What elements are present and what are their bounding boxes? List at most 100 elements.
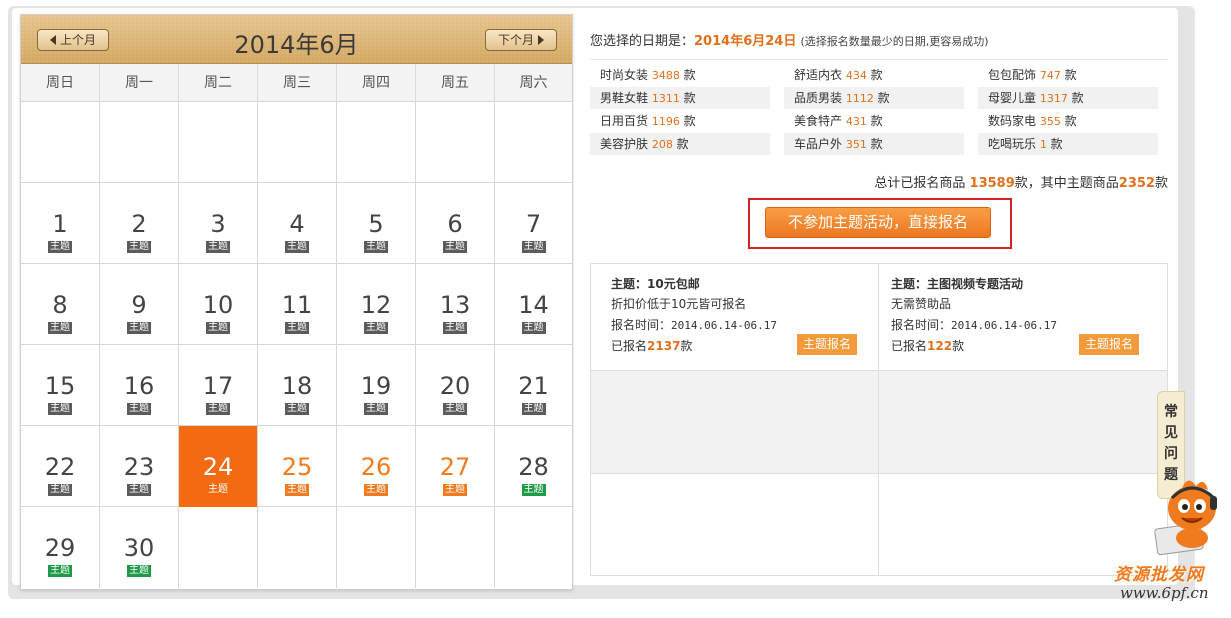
theme-tag: 主题 — [127, 565, 151, 577]
calendar-day[interactable]: 26 主题 — [337, 426, 416, 507]
calendar-empty-day — [337, 102, 416, 183]
watermark-url: www.6pf.cn — [1120, 584, 1209, 602]
calendar-day[interactable]: 3 主题 — [179, 183, 258, 264]
category-name: 时尚女装 — [600, 68, 649, 82]
calendar-day[interactable]: 10 主题 — [179, 264, 258, 345]
calendar-day[interactable]: 9 主题 — [100, 264, 179, 345]
category-unit: 款 — [683, 91, 696, 105]
total-summary: 总计已报名商品 13589款，其中主题商品2352款 — [874, 172, 1168, 191]
day-number: 3 — [210, 210, 226, 238]
theme-title: 主题：10元包邮 — [611, 277, 700, 291]
day-number: 27 — [439, 453, 471, 481]
divider — [590, 59, 1168, 60]
mascot-icon[interactable] — [1152, 468, 1227, 558]
calendar-day[interactable]: 23 主题 — [100, 426, 179, 507]
calendar-day[interactable]: 21 主题 — [495, 345, 572, 426]
calendar-day[interactable]: 29 主题 — [21, 507, 100, 588]
calendar-day[interactable]: 1 主题 — [21, 183, 100, 264]
theme-tag: 主题 — [521, 241, 546, 253]
calendar-day[interactable]: 20 主题 — [416, 345, 495, 426]
calendar-day[interactable]: 7 主题 — [495, 183, 572, 264]
category-count: 355 — [1039, 115, 1061, 128]
theme-tag: 主题 — [285, 241, 309, 253]
watermark-title: 资源批发网 — [1114, 565, 1204, 585]
category-name: 美食特产 — [794, 114, 843, 128]
category-stat: 车品户外 351 款 — [784, 133, 964, 155]
category-name: 男鞋女鞋 — [600, 91, 649, 105]
theme-count: 2352 — [1118, 176, 1155, 191]
category-unit: 款 — [683, 68, 696, 82]
theme-tag: 主题 — [443, 403, 467, 415]
theme-tag: 主题 — [364, 403, 388, 415]
theme-tag: 主题 — [443, 241, 467, 253]
direct-register-button[interactable]: 不参加主题活动，直接报名 — [765, 207, 991, 238]
category-name: 母婴儿童 — [988, 91, 1037, 105]
calendar-empty-day — [258, 507, 337, 588]
day-number: 20 — [439, 372, 471, 400]
empty-theme-slot — [591, 473, 879, 575]
day-number: 6 — [447, 210, 463, 238]
total-suffix: 款 — [1154, 176, 1168, 191]
calendar-day[interactable]: 11 主题 — [258, 264, 337, 345]
calendar-day[interactable]: 22 主题 — [21, 426, 100, 507]
calendar-week-row: 15 主题 16 主题 17 主题 18 主题 19 主题 20 主题 21 主题 — [21, 345, 572, 426]
day-number: 24 — [202, 453, 234, 481]
category-name: 车品户外 — [794, 137, 843, 151]
theme-tag: 主题 — [285, 484, 309, 496]
day-number: 4 — [289, 210, 305, 238]
theme-tag: 主题 — [443, 322, 467, 334]
calendar-day[interactable]: 27 主题 — [416, 426, 495, 507]
calendar-week-row: 22 主题 23 主题 24 主题 25 主题 26 主题 27 主题 28 主题 — [21, 426, 572, 507]
next-month-label: 下个月 — [497, 33, 534, 47]
theme-signed-prefix: 已报名 — [891, 339, 928, 353]
theme-tag: 主题 — [206, 403, 230, 415]
day-number: 28 — [518, 453, 549, 481]
calendar-day[interactable]: 13 主题 — [416, 264, 495, 345]
category-count: 431 — [845, 115, 867, 128]
calendar-day[interactable]: 16 主题 — [100, 345, 179, 426]
calendar-day[interactable]: 28 主题 — [495, 426, 572, 507]
day-number: 22 — [44, 453, 76, 481]
calendar-day[interactable]: 6 主题 — [416, 183, 495, 264]
category-stat: 舒适内衣 434 款 — [784, 64, 964, 86]
calendar-empty-day — [21, 102, 100, 183]
day-number: 2 — [131, 210, 147, 238]
day-number: 12 — [360, 291, 392, 319]
calendar-day[interactable]: 12 主题 — [337, 264, 416, 345]
day-number: 19 — [360, 372, 392, 400]
calendar-day[interactable]: 2 主题 — [100, 183, 179, 264]
category-name: 包包配饰 — [988, 68, 1037, 82]
theme-register-button[interactable]: 主题报名 — [1079, 334, 1139, 355]
category-unit: 款 — [1050, 137, 1063, 151]
theme-register-button[interactable]: 主题报名 — [797, 334, 857, 355]
category-stat: 吃喝玩乐 1 款 — [978, 133, 1158, 155]
category-unit: 款 — [1064, 114, 1077, 128]
day-number: 16 — [123, 372, 155, 400]
calendar-day[interactable]: 18 主题 — [258, 345, 337, 426]
category-name: 舒适内衣 — [794, 68, 843, 82]
theme-time: 报名时间：2014.06.14-06.17 — [611, 315, 878, 336]
calendar-day[interactable]: 4 主题 — [258, 183, 337, 264]
calendar-day[interactable]: 5 主题 — [337, 183, 416, 264]
calendar-empty-day — [495, 102, 572, 183]
chevron-right-icon — [538, 35, 544, 45]
category-stat: 美容护肤 208 款 — [590, 133, 770, 155]
calendar-day[interactable]: 8 主题 — [21, 264, 100, 345]
day-number: 9 — [131, 291, 147, 319]
calendar-day[interactable]: 19 主题 — [337, 345, 416, 426]
calendar-day[interactable]: 15 主题 — [21, 345, 100, 426]
category-unit: 款 — [683, 114, 696, 128]
calendar-day[interactable]: 17 主题 — [179, 345, 258, 426]
calendar-day[interactable]: 25 主题 — [258, 426, 337, 507]
calendar-day[interactable]: 24 主题 — [179, 426, 258, 507]
faq-char: 见 — [1164, 425, 1178, 441]
calendar-day[interactable]: 30 主题 — [100, 507, 179, 588]
category-unit: 款 — [1064, 68, 1077, 82]
weekday-label: 周六 — [519, 75, 548, 91]
day-number: 15 — [44, 372, 76, 400]
next-month-button[interactable]: 下个月 — [485, 29, 557, 51]
selected-date-hint: (选择报名数量最少的日期,更容易成功) — [800, 35, 989, 48]
calendar-day[interactable]: 14 主题 — [495, 264, 572, 345]
category-count: 208 — [651, 138, 673, 151]
day-number: 21 — [518, 372, 549, 400]
